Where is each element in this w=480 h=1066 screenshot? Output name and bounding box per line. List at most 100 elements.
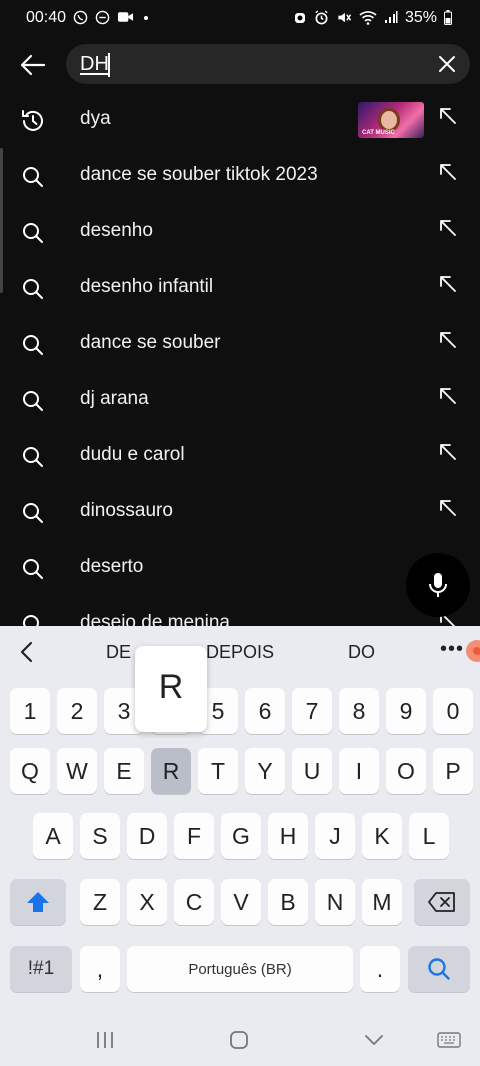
signal-icon bbox=[384, 10, 398, 26]
text-cursor bbox=[108, 53, 110, 77]
search-input[interactable]: DH bbox=[66, 44, 470, 84]
key-h[interactable]: H bbox=[268, 813, 308, 859]
suggestion-text: deserto bbox=[80, 556, 144, 577]
prediction-word[interactable]: DE bbox=[106, 642, 131, 663]
space-key[interactable]: Português (BR) bbox=[127, 946, 353, 992]
suggestion-text: dinossauro bbox=[80, 500, 173, 521]
key-s[interactable]: S bbox=[80, 813, 120, 859]
suggestion-item[interactable]: dya CAT MUSIC bbox=[0, 92, 480, 148]
key-9[interactable]: 9 bbox=[386, 688, 426, 734]
search-key[interactable] bbox=[408, 946, 470, 992]
hide-keyboard-button[interactable] bbox=[359, 1028, 389, 1052]
suggestion-item[interactable]: desejo de menina bbox=[0, 596, 480, 626]
key-l[interactable]: L bbox=[409, 813, 449, 859]
history-icon bbox=[22, 110, 43, 131]
key-r[interactable]: R bbox=[151, 748, 191, 794]
search-icon bbox=[23, 223, 43, 243]
voice-search-button[interactable] bbox=[406, 553, 470, 617]
suggestion-item[interactable]: dance se souber tiktok 2023 bbox=[0, 148, 480, 204]
key-f[interactable]: F bbox=[174, 813, 214, 859]
key-p[interactable]: P bbox=[433, 748, 473, 794]
key-i[interactable]: I bbox=[339, 748, 379, 794]
suggestion-item[interactable]: desenho bbox=[0, 204, 480, 260]
key-8[interactable]: 8 bbox=[339, 688, 379, 734]
suggestion-item[interactable]: dudu e carol bbox=[0, 428, 480, 484]
fill-query-arrow-icon[interactable] bbox=[438, 274, 458, 294]
mute-icon bbox=[336, 10, 352, 27]
clear-search-button[interactable] bbox=[432, 50, 462, 78]
key-1[interactable]: 1 bbox=[10, 688, 50, 734]
suggestion-thumbnail: CAT MUSIC bbox=[358, 102, 424, 138]
key-0[interactable]: 0 bbox=[433, 688, 473, 734]
key-w[interactable]: W bbox=[57, 748, 97, 794]
fill-query-arrow-icon[interactable] bbox=[438, 442, 458, 462]
status-time: 00:40 bbox=[26, 9, 67, 26]
arrow-left-icon bbox=[20, 54, 46, 76]
prediction-word[interactable]: DO bbox=[348, 642, 375, 663]
suggestion-item[interactable]: dance se souber bbox=[0, 316, 480, 372]
suggestion-text: dance se souber tiktok 2023 bbox=[80, 164, 318, 185]
key-z[interactable]: Z bbox=[80, 879, 120, 925]
key-b[interactable]: B bbox=[268, 879, 308, 925]
key-a[interactable]: A bbox=[33, 813, 73, 859]
system-nav-bar bbox=[0, 1014, 480, 1066]
wifi-icon bbox=[359, 10, 377, 27]
fill-query-arrow-icon[interactable] bbox=[438, 386, 458, 406]
suggestion-list: dya CAT MUSIC dance se souber tiktok 202… bbox=[0, 92, 480, 626]
period-key[interactable]: . bbox=[360, 946, 400, 992]
more-options-icon[interactable]: ••• bbox=[440, 638, 464, 661]
fill-query-arrow-icon[interactable] bbox=[438, 330, 458, 350]
suggestion-item[interactable]: dj arana bbox=[0, 372, 480, 428]
battery-percent: 35% bbox=[404, 9, 437, 26]
backspace-icon bbox=[428, 892, 455, 912]
key-x[interactable]: X bbox=[127, 879, 167, 925]
keyboard-icon bbox=[437, 1032, 461, 1048]
chevron-down-icon bbox=[365, 1035, 383, 1045]
key-u[interactable]: U bbox=[292, 748, 332, 794]
key-c[interactable]: C bbox=[174, 879, 214, 925]
alarm-icon bbox=[293, 10, 307, 27]
key-o[interactable]: O bbox=[386, 748, 426, 794]
key-2[interactable]: 2 bbox=[57, 688, 97, 734]
search-icon bbox=[23, 447, 43, 467]
key-t[interactable]: T bbox=[198, 748, 238, 794]
search-icon bbox=[428, 958, 450, 980]
fill-query-arrow-icon[interactable] bbox=[438, 162, 458, 182]
back-button[interactable] bbox=[18, 50, 48, 80]
fill-query-arrow-icon[interactable] bbox=[438, 106, 458, 126]
suggestion-item[interactable]: dinossauro bbox=[0, 484, 480, 540]
shift-key[interactable] bbox=[10, 879, 66, 925]
alarm-clock-icon bbox=[314, 9, 329, 27]
floating-overlay-icon[interactable] bbox=[466, 640, 480, 662]
key-m[interactable]: M bbox=[362, 879, 402, 925]
key-y[interactable]: Y bbox=[245, 748, 285, 794]
comma-key[interactable]: , bbox=[80, 946, 120, 992]
key-n[interactable]: N bbox=[315, 879, 355, 925]
recent-apps-button[interactable] bbox=[90, 1028, 120, 1052]
microphone-icon bbox=[429, 573, 447, 597]
key-j[interactable]: J bbox=[315, 813, 355, 859]
suggestion-item[interactable]: desenho infantil bbox=[0, 260, 480, 316]
keyboard-switch-button[interactable] bbox=[434, 1028, 464, 1052]
key-q[interactable]: Q bbox=[10, 748, 50, 794]
key-v[interactable]: V bbox=[221, 879, 261, 925]
key-e[interactable]: E bbox=[104, 748, 144, 794]
chevron-left-icon[interactable] bbox=[16, 640, 38, 664]
backspace-key[interactable] bbox=[414, 879, 470, 925]
battery-icon bbox=[444, 9, 452, 27]
key-k[interactable]: K bbox=[362, 813, 402, 859]
suggestion-text: desenho infantil bbox=[80, 276, 214, 297]
key-preview-popup: R bbox=[135, 646, 207, 732]
key-6[interactable]: 6 bbox=[245, 688, 285, 734]
fill-query-arrow-icon[interactable] bbox=[438, 218, 458, 238]
search-header: DH bbox=[0, 44, 480, 84]
home-button[interactable] bbox=[224, 1028, 254, 1052]
prediction-word[interactable]: DEPOIS bbox=[206, 642, 274, 663]
suggestion-text: dudu e carol bbox=[80, 444, 185, 465]
symbols-key[interactable]: !#1 bbox=[10, 946, 72, 992]
key-g[interactable]: G bbox=[221, 813, 261, 859]
key-7[interactable]: 7 bbox=[292, 688, 332, 734]
fill-query-arrow-icon[interactable] bbox=[438, 498, 458, 518]
close-icon bbox=[439, 56, 455, 72]
key-d[interactable]: D bbox=[127, 813, 167, 859]
